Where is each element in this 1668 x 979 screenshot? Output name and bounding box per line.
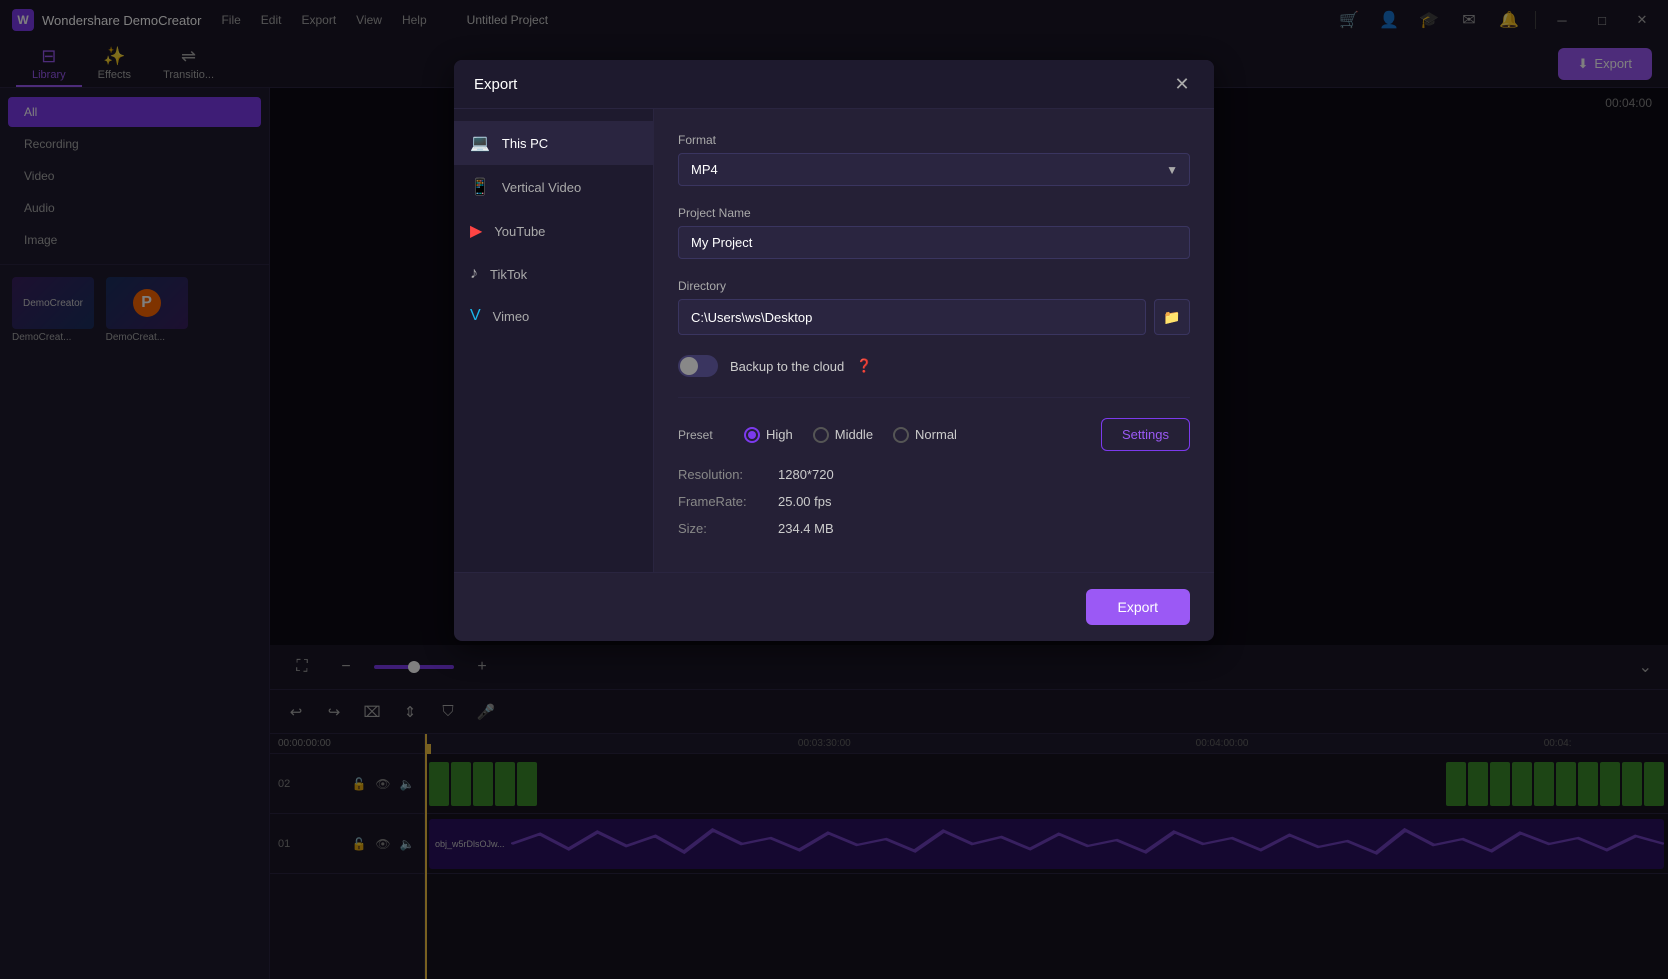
modal-close-button[interactable]: ✕ — [1170, 72, 1194, 96]
directory-input[interactable] — [678, 299, 1146, 335]
preset-normal-label: Normal — [915, 427, 957, 442]
size-key: Size: — [678, 521, 778, 536]
backup-toggle-thumb — [680, 357, 698, 375]
sidebar-this-pc[interactable]: 💻 This PC — [454, 121, 653, 165]
format-label: Format — [678, 133, 1190, 147]
backup-help-icon[interactable]: ❓ — [856, 358, 872, 374]
sidebar-vertical-video[interactable]: 📱 Vertical Video — [454, 165, 653, 209]
sidebar-vimeo[interactable]: V Vimeo — [454, 295, 653, 337]
preset-normal[interactable]: Normal — [893, 427, 957, 443]
project-name-input[interactable] — [678, 226, 1190, 259]
format-select[interactable]: MP4 AVI MOV GIF MP3 — [678, 153, 1190, 186]
project-name-label: Project Name — [678, 206, 1190, 220]
sidebar-vimeo-label: Vimeo — [493, 309, 530, 324]
framerate-key: FrameRate: — [678, 494, 778, 509]
format-group: Format MP4 AVI MOV GIF MP3 ▼ — [678, 133, 1190, 186]
preset-label: Preset — [678, 428, 728, 442]
format-select-wrapper: MP4 AVI MOV GIF MP3 ▼ — [678, 153, 1190, 186]
this-pc-icon: 💻 — [470, 133, 490, 153]
directory-label: Directory — [678, 279, 1190, 293]
preset-high-label: High — [766, 427, 793, 442]
preset-radio-group: High Middle Normal — [744, 427, 1085, 443]
vertical-video-icon: 📱 — [470, 177, 490, 197]
framerate-value: 25.00 fps — [778, 494, 832, 509]
sidebar-youtube[interactable]: ▶ YouTube — [454, 209, 653, 253]
sidebar-tiktok-label: TikTok — [490, 267, 527, 282]
vimeo-icon: V — [470, 307, 481, 325]
preset-middle-radio[interactable] — [813, 427, 829, 443]
backup-toggle[interactable] — [678, 355, 718, 377]
resolution-row: Resolution: 1280*720 — [678, 467, 1190, 482]
sidebar-tiktok[interactable]: ♪ TikTok — [454, 253, 653, 295]
directory-browse-button[interactable]: 📁 — [1154, 299, 1190, 335]
youtube-icon: ▶ — [470, 221, 482, 241]
preset-normal-radio[interactable] — [893, 427, 909, 443]
preset-high[interactable]: High — [744, 427, 793, 443]
modal-header: Export ✕ — [454, 60, 1214, 109]
modal-body: 💻 This PC 📱 Vertical Video ▶ YouTube ♪ T… — [454, 109, 1214, 572]
resolution-key: Resolution: — [678, 467, 778, 482]
preset-high-radio[interactable] — [744, 427, 760, 443]
backup-label: Backup to the cloud — [730, 359, 844, 374]
preset-middle-label: Middle — [835, 427, 873, 442]
modal-sidebar: 💻 This PC 📱 Vertical Video ▶ YouTube ♪ T… — [454, 109, 654, 572]
modal-footer: Export — [454, 572, 1214, 641]
sidebar-vertical-video-label: Vertical Video — [502, 180, 581, 195]
backup-row: Backup to the cloud ❓ — [678, 355, 1190, 377]
settings-button[interactable]: Settings — [1101, 418, 1190, 451]
sidebar-youtube-label: YouTube — [494, 224, 545, 239]
directory-row: 📁 — [678, 299, 1190, 335]
export-modal-button[interactable]: Export — [1086, 589, 1190, 625]
resolution-value: 1280*720 — [778, 467, 834, 482]
preset-middle[interactable]: Middle — [813, 427, 873, 443]
directory-group: Directory 📁 — [678, 279, 1190, 335]
modal-overlay: Export ✕ 💻 This PC 📱 Vertical Video ▶ Yo… — [0, 0, 1668, 979]
tiktok-icon: ♪ — [470, 265, 478, 283]
modal-form-content: Format MP4 AVI MOV GIF MP3 ▼ Proj — [654, 109, 1214, 572]
modal-title: Export — [474, 76, 517, 93]
size-value: 234.4 MB — [778, 521, 834, 536]
framerate-row: FrameRate: 25.00 fps — [678, 494, 1190, 509]
size-row: Size: 234.4 MB — [678, 521, 1190, 536]
sidebar-this-pc-label: This PC — [502, 136, 548, 151]
preset-section: Preset High Middle Normal — [678, 418, 1190, 451]
divider — [678, 397, 1190, 398]
export-modal: Export ✕ 💻 This PC 📱 Vertical Video ▶ Yo… — [454, 60, 1214, 641]
project-name-group: Project Name — [678, 206, 1190, 259]
